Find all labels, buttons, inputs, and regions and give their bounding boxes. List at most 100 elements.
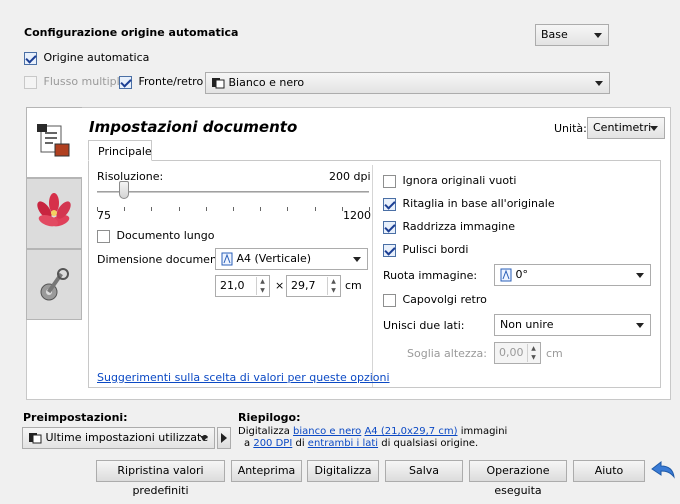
auto-source-row[interactable]: Origine automatica <box>24 51 149 65</box>
height-threshold-value: 0,00 <box>499 346 524 359</box>
long-doc-checkbox[interactable] <box>97 229 110 243</box>
preview-button[interactable]: Anteprima <box>231 460 302 482</box>
height-spinner[interactable]: 29,7 ▲ ▼ <box>286 275 341 297</box>
ignore-blank-row[interactable]: Ignora originali vuoti <box>383 174 516 188</box>
long-doc-row[interactable]: Documento lungo <box>97 229 214 243</box>
rotate-select[interactable]: 0° <box>494 264 651 286</box>
resolution-slider-thumb[interactable] <box>119 181 130 199</box>
straighten-row[interactable]: Raddrizza immagine <box>383 220 515 234</box>
presets-value: Ultime impostazioni utilizzate <box>45 431 209 444</box>
summary-size-link[interactable]: A4 (21,0x29,7 cm) <box>364 426 457 437</box>
chevron-down-icon <box>650 126 658 131</box>
width-spinner-buttons[interactable]: ▲ ▼ <box>256 277 268 295</box>
tab-image-settings[interactable] <box>26 178 82 249</box>
size-unit: cm <box>345 279 362 292</box>
scan-button[interactable]: Digitalizza <box>307 460 379 482</box>
help-button[interactable]: Aiuto <box>573 460 645 482</box>
chevron-down-icon <box>353 257 361 262</box>
tools-icon <box>40 268 69 301</box>
flip-back-row[interactable]: Capovolgi retro <box>383 293 487 307</box>
chevron-down-icon <box>636 273 644 278</box>
summary-color-link[interactable]: bianco e nero <box>293 426 361 437</box>
flower-icon <box>37 193 71 227</box>
resolution-min-label: 75 <box>97 209 111 222</box>
spin-down-icon[interactable]: ▼ <box>257 286 268 295</box>
slider-tick <box>124 207 126 211</box>
color-mode-value: Bianco e nero <box>228 76 305 89</box>
doc-size-select[interactable]: A4 (Verticale) <box>215 248 368 270</box>
duplex-checkbox[interactable] <box>119 75 132 89</box>
tab-main-label: Principale <box>98 145 152 158</box>
page-title: Configurazione origine automatica <box>24 26 239 39</box>
crop-label: Ritaglia in base all'originale <box>402 197 555 210</box>
ignore-blank-label: Ignora originali vuoti <box>402 174 517 187</box>
save-button[interactable]: Salva <box>385 460 463 482</box>
color-mode-select[interactable]: Bianco e nero <box>205 72 610 94</box>
multi-feed-checkbox <box>24 75 37 89</box>
duplex-label: Fronte/retro <box>138 75 204 88</box>
chevron-down-icon <box>636 323 644 328</box>
mode-select[interactable]: Base <box>535 24 609 46</box>
ignore-blank-checkbox[interactable] <box>383 174 396 188</box>
duplex-row[interactable]: Fronte/retro <box>119 75 203 89</box>
straighten-label: Raddrizza immagine <box>402 220 515 233</box>
straighten-checkbox[interactable] <box>383 220 396 234</box>
mode-select-value: Base <box>541 28 568 41</box>
multi-feed-label: Flusso multiplo <box>43 75 127 88</box>
crop-row[interactable]: Ritaglia in base all'originale <box>383 197 555 211</box>
units-select[interactable]: Centimetri <box>587 117 665 139</box>
slider-tick <box>314 207 316 211</box>
chevron-down-icon <box>200 436 208 441</box>
threshold-unit: cm <box>546 347 563 360</box>
document-settings-icon <box>37 124 70 157</box>
reset-defaults-button[interactable]: Ripristina valori predefiniti <box>96 460 225 497</box>
width-spinner[interactable]: 21,0 ▲ ▼ <box>215 275 270 297</box>
spin-up-icon[interactable]: ▲ <box>328 277 339 286</box>
spin-up-icon: ▲ <box>531 345 536 352</box>
slider-tick <box>260 207 262 211</box>
slider-tick <box>287 207 289 211</box>
summary-dpi-link[interactable]: 200 DPI <box>253 438 292 449</box>
times-symbol: × <box>275 279 285 292</box>
presets-menu-button[interactable] <box>217 427 231 449</box>
rotate-value: 0° <box>515 268 529 281</box>
clean-edges-row[interactable]: Pulisci bordi <box>383 243 468 257</box>
presets-select[interactable]: Ultime impostazioni utilizzate <box>22 427 215 449</box>
tips-link[interactable]: Suggerimenti sulla scelta di valori per … <box>97 371 390 384</box>
crop-checkbox[interactable] <box>383 197 396 211</box>
units-label: Unità: <box>554 122 587 135</box>
done-button[interactable]: Operazione eseguita <box>469 460 567 497</box>
auto-source-checkbox[interactable] <box>24 51 37 65</box>
spin-down-icon[interactable]: ▼ <box>328 286 339 295</box>
height-threshold-spinner: 0,00 ▲ ▼ <box>494 342 541 364</box>
tab-document-settings[interactable] <box>26 107 82 178</box>
chevron-down-icon <box>594 33 602 38</box>
auto-source-label: Origine automatica <box>43 51 150 64</box>
summary-text: di qualsiasi origine. <box>381 438 479 449</box>
summary-sides-link[interactable]: entrambi i lati <box>308 438 378 449</box>
resolution-value: 200 dpi <box>329 170 371 183</box>
height-spinner-buttons[interactable]: ▲ ▼ <box>327 277 339 295</box>
merge-sides-select[interactable]: Non unire <box>494 314 651 336</box>
spin-up-icon[interactable]: ▲ <box>257 277 268 286</box>
summary-text: a <box>244 438 251 449</box>
tab-advanced-settings[interactable] <box>26 249 82 320</box>
clean-edges-checkbox[interactable] <box>383 243 396 257</box>
summary-line-2: a 200 DPI di entrambi i lati di qualsias… <box>244 438 478 450</box>
summary-text: immagini <box>460 426 508 437</box>
width-value: 21,0 <box>220 279 245 292</box>
resolution-label: Risoluzione: <box>97 170 164 183</box>
flip-back-checkbox[interactable] <box>383 293 396 307</box>
tab-main[interactable]: Principale <box>88 140 152 161</box>
units-select-value: Centimetri <box>593 121 652 134</box>
resolution-slider-track[interactable] <box>97 191 369 193</box>
doc-size-label: Dimensione documento: <box>97 253 232 266</box>
merge-sides-value: Non unire <box>500 318 554 331</box>
presets-label: Preimpostazioni: <box>23 411 128 424</box>
back-button[interactable] <box>650 459 676 484</box>
preset-icon <box>29 433 42 444</box>
summary-line-1: Digitalizza bianco e nero A4 (21,0x29,7 … <box>238 426 507 438</box>
slider-tick <box>178 207 180 211</box>
slider-tick <box>233 207 234 211</box>
height-value: 29,7 <box>291 279 316 292</box>
